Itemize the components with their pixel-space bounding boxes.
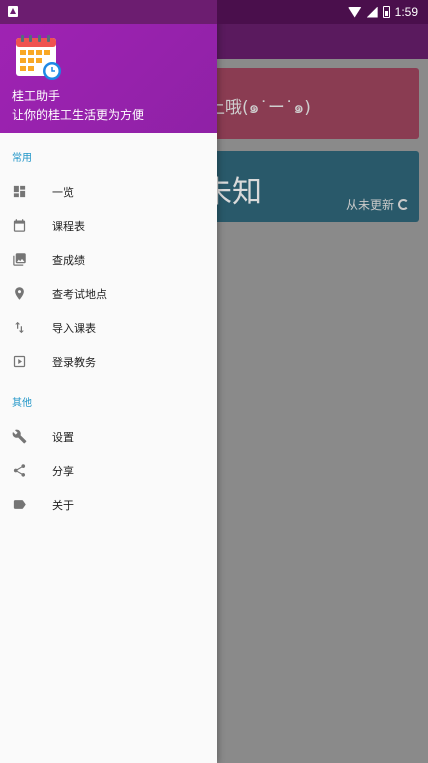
menu-item-label: 设置 [52, 431, 74, 444]
menu-item-settings[interactable]: 设置 [0, 419, 217, 453]
menu-item-label: 关于 [52, 499, 74, 512]
location-pin-icon [15, 287, 24, 300]
navigation-drawer: 桂工助手 让你的桂工生活更为方便 常用 一览 课程表 查成绩 查考试地点 导入课… [0, 0, 217, 763]
menu-item-overview[interactable]: 一览 [0, 174, 217, 208]
status-bar-drawer-part [0, 0, 217, 24]
menu-item-exam-location[interactable]: 查考试地点 [0, 276, 217, 310]
play-box-icon [13, 355, 26, 368]
dashboard-icon [13, 185, 26, 198]
calendar-clock-logo-icon [16, 35, 61, 80]
section-title-other: 其他 [12, 398, 32, 409]
label-tag-icon [13, 500, 26, 509]
menu-item-label: 分享 [52, 465, 74, 478]
status-bar: 1:59 [0, 0, 428, 24]
status-time: 1:59 [394, 5, 418, 19]
menu-item-timetable[interactable]: 课程表 [0, 208, 217, 242]
menu-item-login-academic[interactable]: 登录教务 [0, 344, 217, 378]
import-arrows-icon [15, 321, 24, 334]
wrench-icon [12, 429, 27, 444]
app-name: 桂工助手 [12, 89, 61, 103]
menu-item-label: 查成绩 [52, 254, 85, 267]
notification-icon [8, 6, 18, 17]
battery-icon [382, 6, 390, 18]
app-slogan: 让你的桂工生活更为方便 [12, 108, 145, 122]
share-icon [13, 464, 26, 477]
calendar-icon [13, 219, 26, 232]
section-title-common: 常用 [12, 153, 32, 164]
menu-item-share[interactable]: 分享 [0, 453, 217, 487]
menu-item-label: 课程表 [52, 220, 85, 233]
menu-item-label: 查考试地点 [52, 288, 107, 301]
status-indicators: 1:59 [347, 0, 418, 24]
menu-item-label: 导入课表 [52, 322, 96, 335]
menu-item-import-timetable[interactable]: 导入课表 [0, 310, 217, 344]
menu-item-label: 一览 [52, 186, 74, 199]
menu-item-grades[interactable]: 查成绩 [0, 242, 217, 276]
photo-library-icon [13, 253, 26, 266]
menu-item-about[interactable]: 关于 [0, 487, 217, 521]
drawer-scrim[interactable] [217, 24, 428, 763]
wifi-icon [347, 6, 362, 18]
menu-item-label: 登录教务 [52, 356, 96, 369]
signal-icon [366, 6, 378, 18]
